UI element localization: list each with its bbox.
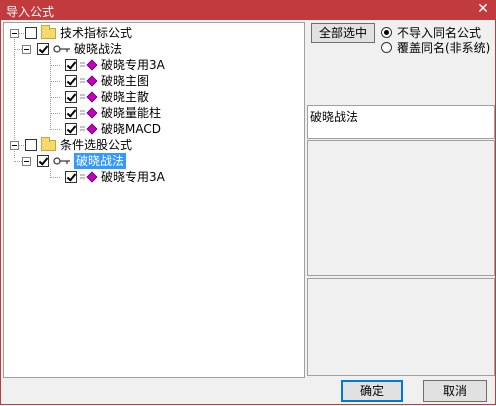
option-skip-same-name[interactable]: 不导入同名公式 <box>381 26 493 40</box>
formula-label: 破晓MACD <box>101 122 161 136</box>
formula-checkbox[interactable] <box>65 75 77 87</box>
formula-label: 破晓主图 <box>101 74 150 88</box>
folder-icon <box>41 25 56 39</box>
ok-button[interactable]: 确定 <box>341 380 403 402</box>
tree-group[interactable]: 条件选股公式 <box>4 137 204 153</box>
key-icon <box>53 157 70 165</box>
collapse-icon[interactable] <box>10 141 19 150</box>
radio-icon[interactable] <box>381 27 392 38</box>
formula-name-display: 破晓战法 <box>307 105 495 139</box>
item-checkbox[interactable] <box>37 43 49 55</box>
collapse-icon[interactable] <box>22 157 31 166</box>
formula-checkbox[interactable] <box>65 171 77 183</box>
collapse-icon[interactable] <box>10 29 19 38</box>
select-all-button[interactable]: 全部选中 <box>311 23 375 43</box>
formula-checkbox[interactable] <box>65 107 77 119</box>
item-checkbox[interactable] <box>37 155 49 167</box>
formula-icon <box>80 171 98 183</box>
formula-node[interactable]: 破晓主图 <box>4 73 224 89</box>
formula-icon <box>80 123 98 135</box>
option-label: 覆盖同名(非系统) <box>397 41 491 55</box>
formula-icon <box>80 59 98 71</box>
description-panel <box>307 140 495 276</box>
dialog-body: 技术指标公式 破晓战法 破晓专用3A 破晓主图 破晓主散 破晓量能柱 破晓MAC… <box>0 20 496 405</box>
formula-node[interactable]: 破晓MACD <box>4 121 224 137</box>
formula-icon <box>80 107 98 119</box>
formula-node[interactable]: 破晓量能柱 <box>4 105 224 121</box>
cancel-button[interactable]: 取消 <box>423 380 487 402</box>
formula-label: 破晓主散 <box>101 90 150 104</box>
close-icon[interactable]: ✕ <box>476 2 490 16</box>
tree-group[interactable]: 技术指标公式 <box>4 25 204 41</box>
collapse-icon[interactable] <box>22 45 31 54</box>
formula-node[interactable]: 破晓主散 <box>4 89 224 105</box>
formula-node[interactable]: 破晓专用3A <box>4 169 224 185</box>
window-title: 导入公式 <box>6 5 55 19</box>
formula-tree[interactable]: 技术指标公式 破晓战法 破晓专用3A 破晓主图 破晓主散 破晓量能柱 破晓MAC… <box>3 22 305 378</box>
title-bar: 导入公式 ✕ <box>0 0 496 20</box>
formula-checkbox[interactable] <box>65 91 77 103</box>
item-label-selected: 破晓战法 <box>74 153 127 169</box>
formula-label: 破晓专用3A <box>101 170 165 184</box>
formula-checkbox[interactable] <box>65 123 77 135</box>
details-panel <box>307 278 495 376</box>
group-checkbox[interactable] <box>25 139 37 151</box>
option-overwrite-same-name[interactable]: 覆盖同名(非系统) <box>381 41 493 55</box>
tree-item[interactable]: 破晓战法 <box>4 41 204 57</box>
formula-icon <box>80 75 98 87</box>
item-label: 破晓战法 <box>74 42 123 56</box>
group-label: 技术指标公式 <box>60 26 133 40</box>
formula-icon <box>80 91 98 103</box>
formula-label: 破晓量能柱 <box>101 106 162 120</box>
formula-node[interactable]: 破晓专用3A <box>4 57 224 73</box>
tree-item[interactable]: 破晓战法 <box>4 153 204 169</box>
key-icon <box>53 45 70 53</box>
radio-icon[interactable] <box>381 42 392 53</box>
option-label: 不导入同名公式 <box>397 26 482 40</box>
group-label: 条件选股公式 <box>60 138 133 152</box>
formula-label: 破晓专用3A <box>101 58 165 72</box>
formula-checkbox[interactable] <box>65 59 77 71</box>
group-checkbox[interactable] <box>25 27 37 39</box>
folder-icon <box>41 137 56 151</box>
